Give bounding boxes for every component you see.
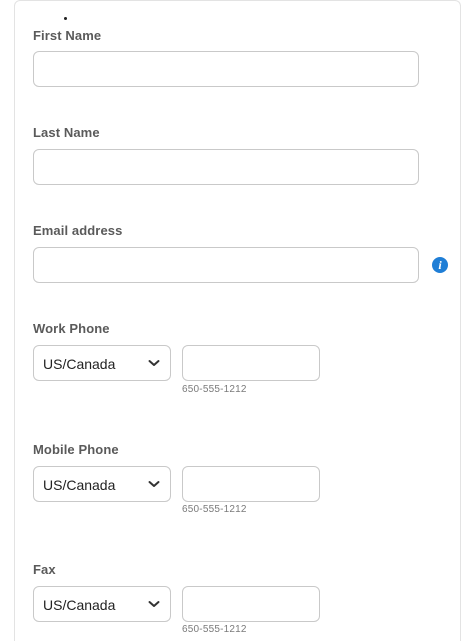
decorative-dot [64, 17, 67, 20]
fax-input[interactable] [182, 586, 320, 622]
mobile-phone-label: Mobile Phone [33, 442, 119, 457]
fax-hint: 650-555-1212 [182, 624, 247, 635]
mobile-phone-country-select[interactable]: US/Canada [33, 466, 171, 502]
work-phone-country-value: US/Canada [43, 356, 116, 372]
work-phone-label: Work Phone [33, 321, 110, 336]
mobile-phone-country-value: US/Canada [43, 477, 116, 493]
info-icon[interactable]: i [432, 257, 448, 273]
last-name-input[interactable] [33, 149, 419, 185]
contact-form-page: First Name Last Name Email address i Wor… [0, 0, 463, 641]
fax-label: Fax [33, 562, 56, 577]
fax-country-select[interactable]: US/Canada [33, 586, 171, 622]
mobile-phone-input[interactable] [182, 466, 320, 502]
work-phone-hint: 650-555-1212 [182, 384, 247, 395]
email-input[interactable] [33, 247, 419, 283]
work-phone-country-select[interactable]: US/Canada [33, 345, 171, 381]
chevron-down-icon [148, 481, 160, 487]
mobile-phone-hint: 650-555-1212 [182, 504, 247, 515]
chevron-down-icon [148, 601, 160, 607]
work-phone-input[interactable] [182, 345, 320, 381]
email-label: Email address [33, 223, 123, 238]
last-name-label: Last Name [33, 125, 100, 140]
chevron-down-icon [148, 360, 160, 366]
fax-country-value: US/Canada [43, 597, 116, 613]
first-name-input[interactable] [33, 51, 419, 87]
first-name-label: First Name [33, 28, 102, 43]
